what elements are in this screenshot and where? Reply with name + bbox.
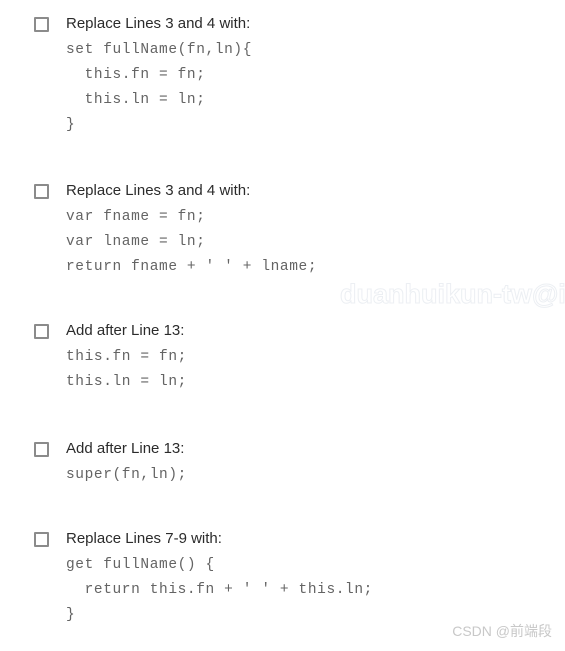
checkbox-icon[interactable] [34,532,49,547]
quiz-option-4[interactable]: Replace Lines 7-9 with: get fullName() { … [0,528,565,628]
option-label: Replace Lines 3 and 4 with: [66,15,251,32]
code-block: this.fn = fn; this.ln = ln; [66,345,565,395]
code-line: var lname = ln; [66,234,206,250]
code-line: set fullName(fn,ln){ [66,42,253,58]
option-content: Replace Lines 3 and 4 with: var fname = f… [66,180,565,280]
quiz-options-list: Replace Lines 3 and 4 with: set fullName(… [0,0,565,651]
code-line: var fname = fn; [66,209,206,225]
checkbox-icon[interactable] [34,17,49,32]
checkbox-icon[interactable] [34,442,49,457]
option-label: Replace Lines 3 and 4 with: [66,182,251,199]
code-block: get fullName() { return this.fn + ' ' + … [66,553,565,628]
quiz-option-1[interactable]: Replace Lines 3 and 4 with: var fname = f… [0,180,565,280]
option-label: Add after Line 13: [66,440,185,457]
code-line: } [66,607,76,623]
checkbox-icon[interactable] [34,324,49,339]
quiz-option-3[interactable]: Add after Line 13: super(fn,ln); [0,438,565,488]
code-line: get fullName() { [66,557,215,573]
option-content: Replace Lines 3 and 4 with: set fullName(… [66,13,565,138]
quiz-option-2[interactable]: Add after Line 13: this.fn = fn; this.ln =… [0,320,565,395]
code-block: set fullName(fn,ln){ this.fn = fn; this.… [66,38,565,138]
code-block: var fname = fn; var lname = ln; return fna… [66,205,565,280]
code-line: this.ln = ln; [66,374,187,390]
code-line: return fname + ' ' + lname; [66,259,318,275]
code-block: super(fn,ln); [66,463,565,488]
option-label: Replace Lines 7-9 with: [66,530,222,547]
code-line: this.ln = ln; [66,92,206,108]
checkbox-icon[interactable] [34,184,49,199]
code-line: super(fn,ln); [66,467,187,483]
code-line: this.fn = fn; [66,349,187,365]
option-content: Add after Line 13: super(fn,ln); [66,438,565,488]
code-line: } [66,117,76,133]
option-label: Add after Line 13: [66,322,185,339]
option-content: Add after Line 13: this.fn = fn; this.ln =… [66,320,565,395]
option-content: Replace Lines 7-9 with: get fullName() { … [66,528,565,628]
code-line: this.fn = fn; [66,67,206,83]
quiz-option-0[interactable]: Replace Lines 3 and 4 with: set fullName(… [0,13,565,138]
code-line: return this.fn + ' ' + this.ln; [66,582,373,598]
